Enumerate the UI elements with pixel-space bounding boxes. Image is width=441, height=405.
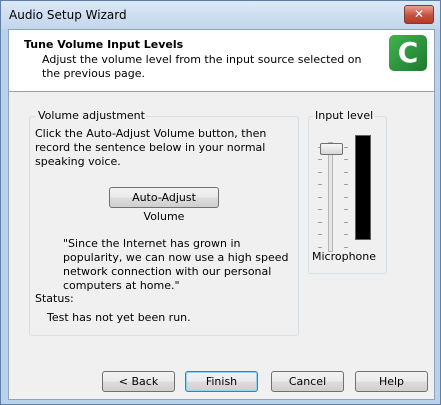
page-description: Adjust the volume level from the input s… [42,53,362,80]
title-bar[interactable]: Audio Setup Wizard ✕ [1,1,440,29]
wizard-client-area: Tune Volume Input Levels Adjust the volu… [8,29,435,400]
volume-slider-track[interactable] [328,142,333,252]
finish-button[interactable]: Finish [185,371,258,392]
close-icon: ✕ [413,7,425,21]
microphone-label: Microphone [312,250,377,263]
volume-adjustment-label: Volume adjustment [36,109,147,122]
input-level-group: Input level Microphone [308,109,387,274]
status-text: Test has not yet been run. [47,311,191,324]
slider-ticks [318,147,348,248]
audio-setup-wizard-window: Audio Setup Wizard ✕ Tune Volume Input L… [0,0,441,405]
volume-adjustment-group: Volume adjustment Click the Auto-Adjust … [29,109,299,336]
input-level-label: Input level [313,109,376,122]
camtasia-logo-icon: C [389,35,427,71]
cancel-button[interactable]: Cancel [271,371,344,392]
page-title: Tune Volume Input Levels [24,38,184,51]
wizard-footer: < Back Finish Cancel Help [9,348,434,399]
status-label: Status: [35,292,74,305]
instructions-text: Click the Auto-Adjust Volume button, the… [35,127,267,168]
input-level-meter [355,135,371,240]
logo-letter: C [397,36,419,69]
volume-slider-thumb[interactable] [320,143,343,155]
close-button[interactable]: ✕ [404,5,434,24]
wizard-header: Tune Volume Input Levels Adjust the volu… [9,30,434,92]
sample-sentence: "Since the Internet has grown in popular… [63,237,289,292]
window-title: Audio Setup Wizard [9,8,127,22]
help-button[interactable]: Help [355,371,428,392]
auto-adjust-volume-button[interactable]: Auto-Adjust Volume [109,187,219,223]
back-button[interactable]: < Back [102,371,175,392]
